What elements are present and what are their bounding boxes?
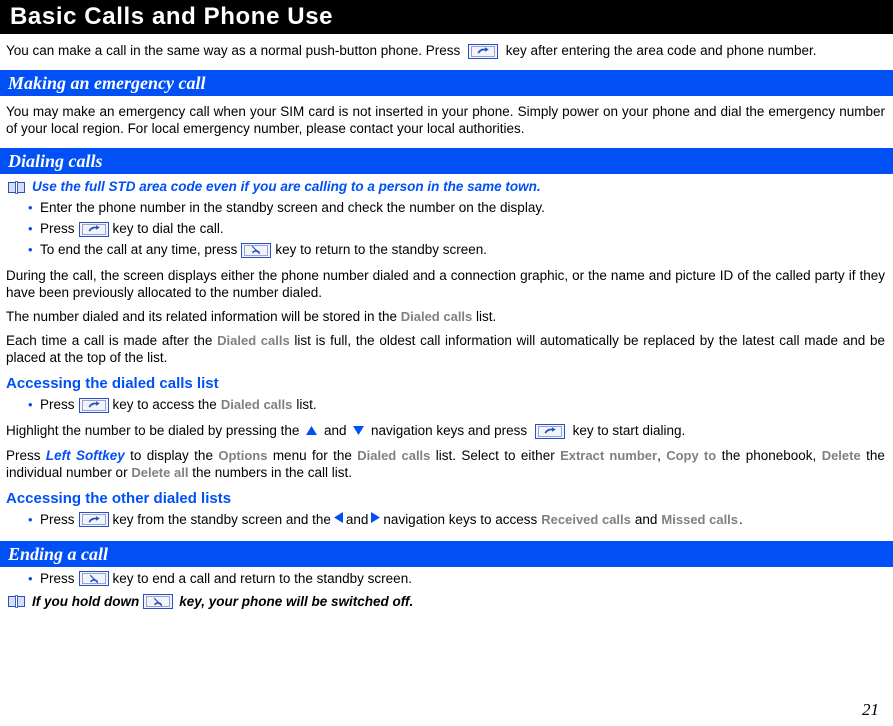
note-row-hold-down: If you hold down key, your phone will be… — [6, 593, 885, 611]
note-text-std-code: Use the full STD area code even if you a… — [32, 179, 541, 194]
intro-text-after: key after entering the area code and pho… — [505, 43, 817, 58]
dialing-bullet-list: Enter the phone number in the standby sc… — [6, 198, 885, 260]
send-call-key-icon — [78, 397, 109, 413]
ending-bullet-before: Press — [40, 570, 75, 586]
emergency-paragraph: You may make an emergency call when your… — [6, 104, 885, 136]
ui-term-dialed-calls: Dialed calls — [217, 333, 290, 348]
bullet-text-press-before: Press — [40, 221, 75, 236]
options-p3: menu for the — [272, 447, 352, 463]
bullet-press-mid: key to access the — [112, 397, 217, 412]
note-text-hold-down-after: key, your phone will be switched off. — [179, 593, 414, 609]
section-heading-dialing: Dialing calls — [8, 151, 103, 171]
list-item: Press key to access the Dialed calls lis… — [6, 395, 885, 415]
highlight-number-paragraph: Highlight the number to be dialed by pre… — [6, 422, 885, 440]
ui-term-extract-number: Extract number — [560, 447, 658, 463]
page-title: Basic Calls and Phone Use — [10, 3, 334, 30]
stored-info-paragraph: The number dialed and its related inform… — [6, 308, 885, 325]
other-bullet-before: Press — [40, 511, 75, 527]
ending-bullet-list: Press key to end a call and return to th… — [6, 569, 885, 589]
bullet-text-enter-number: Enter the phone number in the standby sc… — [40, 200, 545, 215]
end-call-key-icon — [241, 242, 272, 258]
document-content: You can make a call in the same way as a… — [0, 42, 893, 611]
send-call-key-icon — [534, 423, 565, 439]
highlight-before: Highlight the number to be dialed by pre… — [6, 423, 300, 438]
triangle-up-icon — [305, 423, 318, 440]
end-call-key-icon — [78, 571, 109, 587]
section-heading-ending: Ending a call — [8, 543, 109, 564]
ui-term-options: Options — [218, 447, 268, 463]
bullet-press-after: list. — [296, 397, 317, 412]
options-p6: the phonebook, — [721, 447, 817, 463]
ui-term-dialed-calls: Dialed calls — [220, 397, 293, 412]
bullet-text-press-after: key to dial the call. — [112, 221, 224, 236]
ui-term-delete-all: Delete all — [131, 464, 189, 480]
intro-paragraph: You can make a call in the same way as a… — [6, 42, 885, 59]
left-softkey-label: Left Softkey — [45, 447, 125, 463]
end-call-key-icon — [143, 594, 174, 610]
triangle-left-icon — [333, 510, 344, 530]
ui-term-dialed-calls: Dialed calls — [357, 447, 431, 463]
list-item: Press key to dial the call. — [6, 219, 885, 239]
list-item: To end the call at any time, press key t… — [6, 240, 885, 260]
options-p2: to display the — [130, 447, 213, 463]
send-call-key-icon — [78, 221, 109, 237]
options-p5: , — [657, 447, 661, 463]
ui-term-received-calls: Received calls — [541, 511, 631, 527]
options-p1: Press — [6, 447, 41, 463]
options-p4: list. Select to either — [435, 447, 555, 463]
list-full-before: Each time a call is made after the — [6, 333, 213, 348]
other-bullet-mid2: navigation keys to access — [383, 511, 538, 527]
list-full-paragraph: Each time a call is made after the Diale… — [6, 332, 885, 366]
highlight-and: and — [323, 423, 347, 438]
during-call-paragraph: During the call, the screen displays eit… — [6, 268, 885, 300]
ui-term-dialed-calls: Dialed calls — [400, 309, 473, 324]
list-item: Press key from the standby screen and th… — [6, 510, 885, 530]
bullet-press-before: Press — [40, 397, 75, 412]
other-bullet-mid: key from the standby screen and the — [112, 511, 331, 527]
highlight-after: key to start dialing. — [572, 423, 686, 438]
options-menu-paragraph: Press Left Softkey to display the Option… — [6, 447, 885, 481]
accessing-other-bullet-list: Press key from the standby screen and th… — [6, 510, 885, 530]
page-title-banner: Basic Calls and Phone Use — [0, 0, 893, 34]
ui-term-copy-to: Copy to — [666, 447, 717, 463]
section-bar-dialing: Dialing calls — [0, 148, 893, 174]
bullet-text-end-before: To end the call at any time, press — [40, 242, 238, 257]
stored-text-before: The number dialed and its related inform… — [6, 309, 397, 324]
intro-text-before: You can make a call in the same way as a… — [6, 43, 461, 58]
section-bar-ending: Ending a call — [0, 540, 893, 567]
bullet-text-end-after: key to return to the standby screen. — [275, 242, 487, 257]
other-bullet-and: and — [345, 511, 369, 527]
list-item: Enter the phone number in the standby sc… — [6, 198, 885, 218]
ui-term-missed-calls: Missed calls — [661, 511, 739, 527]
triangle-down-icon — [352, 423, 365, 440]
triangle-right-icon — [370, 510, 381, 530]
book-note-icon — [8, 595, 25, 609]
accessing-dialed-bullet-list: Press key to access the Dialed calls lis… — [6, 395, 885, 415]
note-text-hold-down-before: If you hold down — [32, 593, 140, 609]
stored-text-after: list. — [476, 309, 497, 324]
note-row-std-code: Use the full STD area code even if you a… — [6, 178, 885, 196]
ui-term-delete: Delete — [821, 447, 861, 463]
subheading-accessing-dialed-calls-list: Accessing the dialed calls list — [6, 375, 219, 392]
page-number: 21 — [862, 700, 879, 719]
send-call-key-icon — [78, 512, 109, 528]
subheading-accessing-other-dialed-lists: Accessing the other dialed lists — [6, 489, 232, 507]
send-call-key-icon — [468, 43, 499, 59]
list-item: Press key to end a call and return to th… — [6, 569, 885, 589]
other-bullet-and2: and — [634, 511, 658, 527]
options-p8: the numbers in the call list. — [192, 464, 353, 480]
other-bullet-end: . — [739, 511, 743, 527]
ending-bullet-after: key to end a call and return to the stan… — [112, 570, 412, 586]
book-note-icon — [8, 180, 25, 194]
section-heading-emergency: Making an emergency call — [8, 73, 206, 93]
section-bar-emergency: Making an emergency call — [0, 70, 893, 96]
highlight-mid: navigation keys and press — [371, 423, 528, 438]
